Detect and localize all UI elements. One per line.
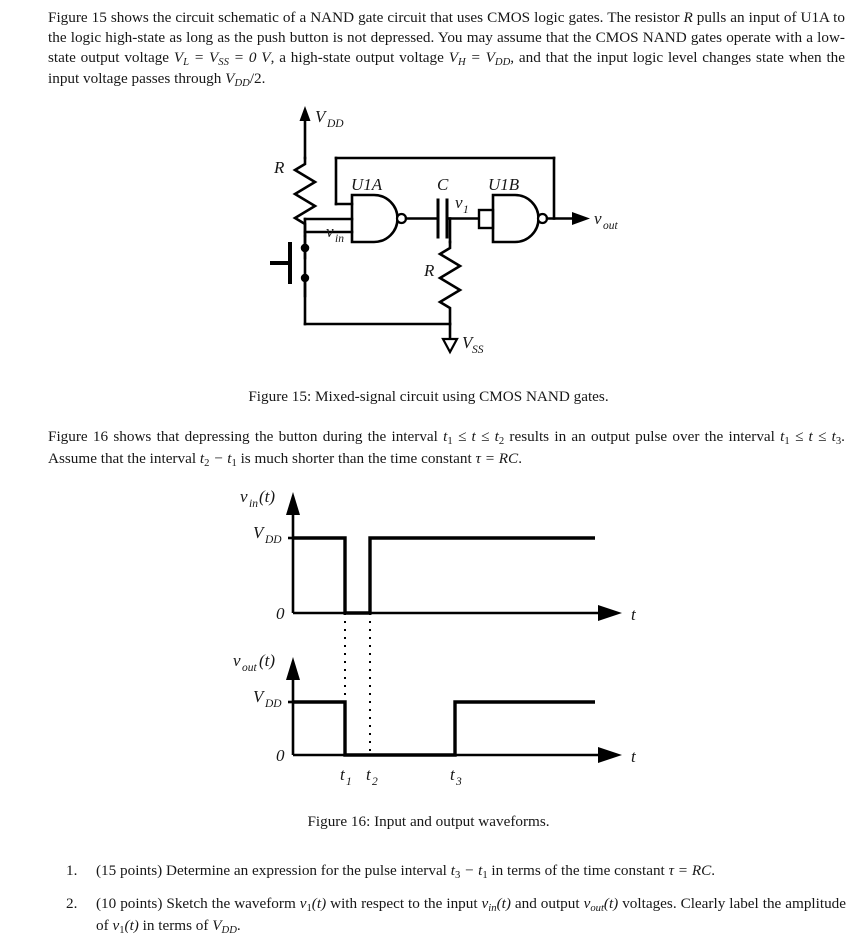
- fig16-math-ineq1: ≤ t ≤ t: [452, 428, 499, 445]
- nand-gate-u1a-body: [350, 193, 399, 244]
- q1-math-tau: τ = RC: [668, 862, 712, 879]
- label-vdd-sub: DD: [326, 118, 344, 130]
- vout-axis-label-oft: (t): [259, 651, 275, 670]
- waveform-svg: v in (t) V DD 0 t v out (t) V DD 0 t t 1…: [233, 487, 637, 788]
- q2-math-v1b-oft: (t): [124, 916, 139, 934]
- nand-gate-u1b-bubble: [536, 212, 549, 225]
- nand-gate-u1a-bubble: [395, 212, 408, 225]
- vout-plot: [286, 657, 622, 763]
- xtick-label-t1-sub: 1: [346, 776, 352, 788]
- q2-text-1: (10 points) Sketch the waveform: [96, 894, 300, 912]
- q1-math-minus-t1: − t: [460, 862, 483, 879]
- vout-axis-label-sub: out: [242, 662, 258, 674]
- q2-text-2: with respect to the input: [326, 894, 482, 912]
- u1b-tied-input-stub: [477, 208, 495, 230]
- vdd-arrow-icon: [299, 106, 311, 121]
- q2-text-3: and output: [510, 894, 584, 912]
- label-capacitor: C: [437, 175, 449, 194]
- questions-list: 1. (15 points) Determine an expression fo…: [66, 861, 846, 948]
- q1-text-2: in terms of the time constant: [487, 862, 669, 879]
- q2-text-5: in terms of: [138, 916, 213, 934]
- vin-ylabel-vdd-sub: DD: [264, 534, 282, 546]
- label-v1: v: [455, 193, 463, 212]
- label-vout: v: [594, 209, 602, 228]
- intro-math-VL: V: [173, 48, 184, 66]
- circuit-svg: V DD R v in U1A C v 1 U1B v out R V SS: [270, 106, 619, 356]
- q1-text-1: (15 points) Determine an expression for …: [96, 862, 451, 879]
- vout-y-axis-arrow-icon: [286, 657, 300, 680]
- vin-waveform-trace: [293, 536, 595, 615]
- vss-ground-arrow-icon: [441, 337, 459, 355]
- label-vout-sub: out: [603, 220, 619, 232]
- vin-plot: [286, 492, 622, 621]
- figure-16-caption: Figure 16: Input and output waveforms.: [307, 813, 550, 830]
- fig16-text-4: is much shorter than the time constant: [236, 449, 476, 467]
- intro-math-VH-sub: H: [458, 56, 466, 68]
- vin-ylabel-zero: 0: [276, 604, 285, 623]
- fig16-text-5: .: [518, 449, 522, 467]
- intro-math-R: R: [683, 9, 693, 26]
- label-r-pulldown: R: [423, 261, 435, 280]
- intro-math-half: /2: [249, 70, 262, 88]
- label-vin-sub: in: [335, 233, 344, 245]
- vout-xlabel-t: t: [631, 747, 637, 766]
- vin-axis-label: v: [240, 487, 248, 506]
- intro-math-VDD2-sub: DD: [234, 78, 250, 90]
- question-1-number: 1.: [66, 862, 78, 879]
- intro-math-zerovolt: = 0 V: [228, 48, 271, 66]
- vout-waveform-trace: [293, 700, 595, 757]
- document-page: Figure 15 shows the circuit schematic of…: [0, 0, 857, 952]
- vout-arrow-icon: [572, 212, 590, 225]
- vin-xlabel-t: t: [631, 605, 637, 624]
- label-v1-sub: 1: [463, 204, 469, 216]
- vout-ylabel-vdd-sub: DD: [264, 698, 282, 710]
- q2-math-vdd: V: [212, 916, 222, 934]
- label-gate-u1b: U1B: [488, 175, 520, 194]
- vout-axis-label: v: [233, 651, 241, 670]
- intro-paragraph: Figure 15 shows the circuit schematic of…: [48, 8, 845, 91]
- fig16-math-tau: τ = RC: [475, 449, 519, 467]
- pulldown-resistor-symbol: [437, 240, 463, 326]
- xtick-label-t3-sub: 3: [455, 776, 462, 788]
- question-2-number: 2.: [66, 894, 78, 912]
- figure-15-caption: Figure 15: Mixed-signal circuit using CM…: [248, 388, 609, 405]
- vin-axis-label-sub: in: [249, 498, 258, 510]
- figure-16-waveforms: v in (t) V DD 0 t v out (t) V DD 0 t t 1…: [0, 480, 857, 800]
- question-item-2: 2. (10 points) Sketch the waveform v1(t) …: [66, 894, 846, 938]
- q2-math-vdd-sub: DD: [221, 924, 237, 936]
- q2-math-vout-sub: out: [590, 902, 604, 914]
- figure-15-circuit-schematic: V DD R v in U1A C v 1 U1B v out R V SS: [0, 96, 857, 381]
- vout-x-axis-arrow-icon: [598, 747, 622, 763]
- nand-gate-u1b-body: [491, 193, 540, 244]
- fig16-math-ineq2: ≤ t ≤ t: [789, 428, 836, 445]
- q2-text-6: .: [236, 916, 241, 934]
- fig16-text-1: Figure 16 shows that depressing the butt…: [48, 428, 444, 445]
- q1-text-3: .: [711, 862, 716, 879]
- vin-x-axis-arrow-icon: [598, 605, 622, 621]
- vout-ylabel-zero: 0: [276, 746, 285, 765]
- intro-text-5: .: [261, 70, 266, 88]
- label-gate-u1a: U1A: [351, 175, 383, 194]
- intro-math-eq-VDD: = V: [465, 48, 495, 66]
- q2-math-vin-sub: in: [488, 902, 497, 914]
- question-item-1: 1. (15 points) Determine an expression fo…: [66, 861, 846, 883]
- fig16-text-2: results in an output pulse over the inte…: [504, 428, 781, 445]
- q2-math-v1-oft: (t): [311, 894, 327, 912]
- intro-text-3: , a high-state output voltage: [270, 48, 449, 66]
- intro-math-VDD-sub: DD: [494, 56, 511, 68]
- fig16-math-minus-t1: − t: [209, 449, 232, 467]
- figure-16-paragraph: Figure 16 shows that depressing the butt…: [48, 427, 845, 471]
- xtick-label-t2-sub: 2: [372, 776, 378, 788]
- label-vss-sub: SS: [472, 344, 484, 356]
- q2-math-vin-oft: (t): [496, 894, 511, 912]
- label-vin: v: [326, 222, 334, 241]
- intro-math-VH: V: [448, 48, 458, 66]
- intro-text-1: Figure 15 shows the circuit schematic of…: [48, 9, 684, 26]
- vin-y-axis-arrow-icon: [286, 492, 300, 515]
- label-r-pullup: R: [273, 158, 285, 177]
- q2-math-vout-oft: (t): [603, 894, 619, 912]
- vin-axis-label-oft: (t): [259, 487, 275, 506]
- intro-math-eq-VSS: = V: [189, 48, 219, 66]
- intro-math-VSS-sub: SS: [218, 56, 229, 68]
